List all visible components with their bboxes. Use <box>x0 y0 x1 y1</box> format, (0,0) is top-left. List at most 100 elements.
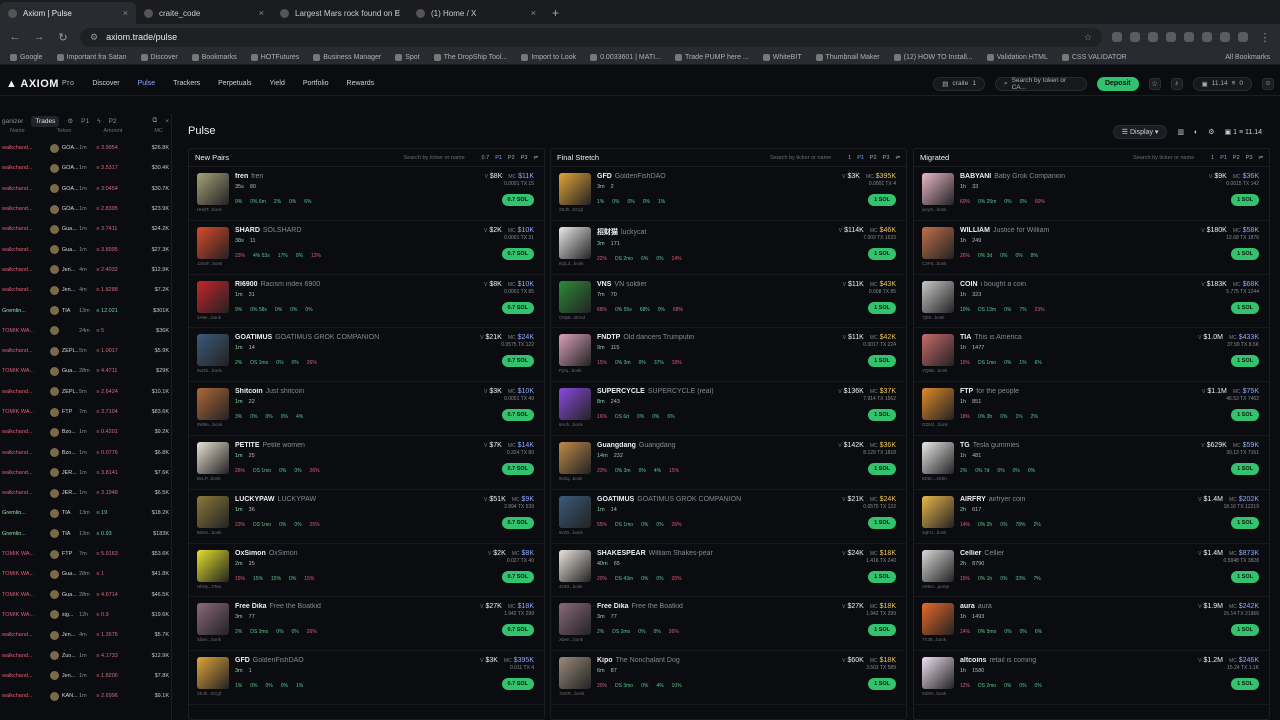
token-card[interactable]: 6QL3...bonk 招财猫 luckycat 3m 171 22% DS 2mo 6% 0%… <box>551 221 906 275</box>
back-icon[interactable]: ← <box>8 31 22 43</box>
browser-tab[interactable]: Axiom | Pulse × <box>0 2 136 24</box>
preset-p3[interactable]: P3 <box>883 155 890 161</box>
trade-row[interactable]: walkchand... Bzo... 1m ≡ 0.4201 $9.2K <box>0 422 171 442</box>
nav-link-rewards[interactable]: Rewards <box>347 80 375 87</box>
bookmark-item[interactable]: Validation HTML <box>986 53 1048 61</box>
trade-row[interactable]: Gremlin... TIA 13m ≡ 0.93 $183K <box>0 524 171 544</box>
bookmark-icon[interactable]: ▥ <box>1177 128 1184 136</box>
preset-p1[interactable]: P1 <box>495 155 502 161</box>
trade-account[interactable]: TOMIK WA... <box>2 551 50 557</box>
trade-account[interactable]: walkchand... <box>2 145 50 151</box>
token-symbol[interactable]: BABYANI <box>960 173 991 180</box>
browser-tab[interactable]: Largest Mars rock found on E × <box>272 2 408 24</box>
token-symbol[interactable]: Free Dika <box>597 603 629 610</box>
token-address[interactable]: 8D5c...4Kbn <box>922 476 956 481</box>
trade-account[interactable]: walkchand... <box>2 247 50 253</box>
close-tab-icon[interactable]: × <box>531 8 536 18</box>
token-image[interactable] <box>559 226 591 259</box>
popout-icon[interactable]: ⧉ <box>153 117 158 125</box>
trade-account[interactable]: walkchand... <box>2 186 50 192</box>
trade-row[interactable]: walkchand... Gua... 1m ≡ 3.8995 $27.3K <box>0 239 171 259</box>
flash-amount[interactable]: 0.7 <box>482 155 490 161</box>
token-image[interactable] <box>559 388 591 421</box>
trade-account[interactable]: walkchand... <box>2 267 50 273</box>
token-card[interactable]: CNp5...BVsd VNS VN soldier 7m 70 68% 0% 55s 68%… <box>551 275 906 329</box>
token-image[interactable] <box>559 657 591 690</box>
quick-buy-button[interactable]: 1 SOL <box>868 462 896 475</box>
trade-row[interactable]: walkchand... Jen... 4m ≡ 1.8288 $7.2K <box>0 280 171 300</box>
tab-p1[interactable]: P1 <box>81 118 89 125</box>
token-symbol[interactable]: TG <box>960 442 970 449</box>
token-image[interactable] <box>559 280 591 313</box>
token-image[interactable] <box>197 441 229 474</box>
forward-icon[interactable]: → <box>32 31 46 43</box>
quick-buy-button[interactable]: 0.7 SOL <box>501 301 534 314</box>
token-image[interactable] <box>922 657 954 690</box>
bell-icon[interactable]: ♪ <box>1170 77 1183 90</box>
trade-account[interactable]: walkchand... <box>2 226 50 232</box>
token-address[interactable]: BcLP...bonk <box>197 476 231 481</box>
quick-buy-button[interactable]: 0.7 SOL <box>501 678 534 691</box>
token-card[interactable]: AEBA...pump Cellier Cellier 2h 8790 15% 0% 1h 0… <box>914 544 1269 598</box>
deposit-button[interactable]: Deposit <box>1096 76 1139 91</box>
quick-buy-button[interactable]: 0.7 SOL <box>501 462 534 475</box>
preset-p2[interactable]: P2 <box>1233 155 1240 161</box>
trade-account[interactable]: walkchand... <box>2 673 50 679</box>
menu-icon[interactable]: ⋮ <box>1258 31 1272 44</box>
trade-account[interactable]: Gremlin... <box>2 531 50 537</box>
bookmark-item[interactable]: Important fra Satan <box>56 53 127 61</box>
quick-buy-button[interactable]: 1 SOL <box>1231 570 1259 583</box>
tab-p2[interactable]: P2 <box>109 118 117 125</box>
filter-icon[interactable]: ⇌ <box>533 155 538 161</box>
extension-icon[interactable] <box>1202 32 1212 42</box>
trade-row[interactable]: TOMIK WA... Gua... 28m ≡ 4.4711 $29K <box>0 361 171 381</box>
token-image[interactable] <box>559 495 591 528</box>
wallet-selector[interactable]: ▤ craite 1 <box>933 76 985 91</box>
token-address[interactable]: 9W5e...bonk <box>197 422 231 427</box>
quick-buy-button[interactable]: 0.7 SOL <box>501 409 534 422</box>
token-card[interactable]: 9vzDi...bonk GOATIMUS GOATIMUS GROK COMPAN… <box>189 328 544 383</box>
quick-buy-button[interactable]: 1 SOL <box>1231 409 1259 422</box>
token-symbol[interactable]: aura <box>960 603 975 610</box>
reload-icon[interactable]: ↻ <box>56 31 70 44</box>
quick-buy-button[interactable]: 0.7 SOL <box>501 355 534 368</box>
token-image[interactable] <box>197 603 229 636</box>
quick-buy-button[interactable]: 1 SOL <box>868 247 896 260</box>
filter-icon[interactable]: ⇌ <box>895 155 900 161</box>
tab-trades[interactable]: Trades <box>31 115 60 127</box>
new-tab-icon[interactable]: + <box>544 2 567 24</box>
filter-icon[interactable]: ⇌ <box>1258 155 1263 161</box>
token-symbol[interactable]: GOATIMUS <box>235 334 272 341</box>
token-card[interactable]: 9vzD...bonk GOATIMUS GOATIMUS GROK COMPANI… <box>551 490 906 544</box>
trade-row[interactable]: walkchand... GOA... 1m ≡ 3.9954 $26.8K <box>0 138 171 158</box>
token-symbol[interactable]: Guangdang <box>597 442 636 449</box>
nav-link-pulse[interactable]: Pulse <box>138 80 156 87</box>
quick-buy-button[interactable]: 1 SOL <box>868 570 896 583</box>
quick-buy-button[interactable]: 1 SOL <box>1231 247 1259 260</box>
trade-row[interactable]: walkchand... GOA... 1m ≡ 2.8395 $23.9K <box>0 199 171 219</box>
token-address[interactable]: 9vzDi...bonk <box>197 368 231 373</box>
token-card[interactable]: 8Ach...bonk SUPERCYCLE SUPERCYCLE (real) 8m… <box>551 382 906 436</box>
token-symbol[interactable]: Shitcoin <box>235 388 263 395</box>
preset-p3[interactable]: P3 <box>521 155 528 161</box>
token-symbol[interactable]: altcoins <box>960 657 986 664</box>
quick-buy-button[interactable]: 1 SOL <box>1231 301 1259 314</box>
trade-account[interactable]: Gremlin... <box>2 510 50 516</box>
trade-row[interactable]: walkchand... Jen... 1m ≡ 1.8206 $7.8K <box>0 666 171 686</box>
preset-p2[interactable]: P2 <box>508 155 515 161</box>
quick-buy-button[interactable]: 1 SOL <box>868 301 896 314</box>
token-card[interactable]: 3A6e...bonk RI6900 Racism index 6900 1m 31 9%… <box>189 275 544 329</box>
preset-p1[interactable]: P1 <box>1220 155 1227 161</box>
bookmark-item[interactable]: 0.0033601 | MATI... <box>590 53 661 61</box>
token-card[interactable]: 8D5c...4Kbn TG Tesla gummies 1h 481 2% 0% 7d 0%… <box>914 436 1269 490</box>
token-image[interactable] <box>197 657 229 690</box>
trade-account[interactable]: walkchand... <box>2 470 50 476</box>
bookmark-item[interactable]: HOTFutures <box>250 53 299 61</box>
token-address[interactable]: 9vzD...bonk <box>559 530 593 535</box>
token-address[interactable]: HkNy...2Tau <box>197 584 231 589</box>
token-card[interactable]: GZMJ...bonk FTP for the people 1h 851 18% 0% 3… <box>914 382 1269 436</box>
token-image[interactable] <box>922 441 954 474</box>
trade-row[interactable]: walkchand... Zuo... 1m ≡ 4.1733 $12.9K <box>0 645 171 665</box>
trade-row[interactable]: walkchand... Jen... 4m ≡ 1.3575 $5.7K <box>0 625 171 645</box>
extension-icon[interactable] <box>1166 32 1176 42</box>
